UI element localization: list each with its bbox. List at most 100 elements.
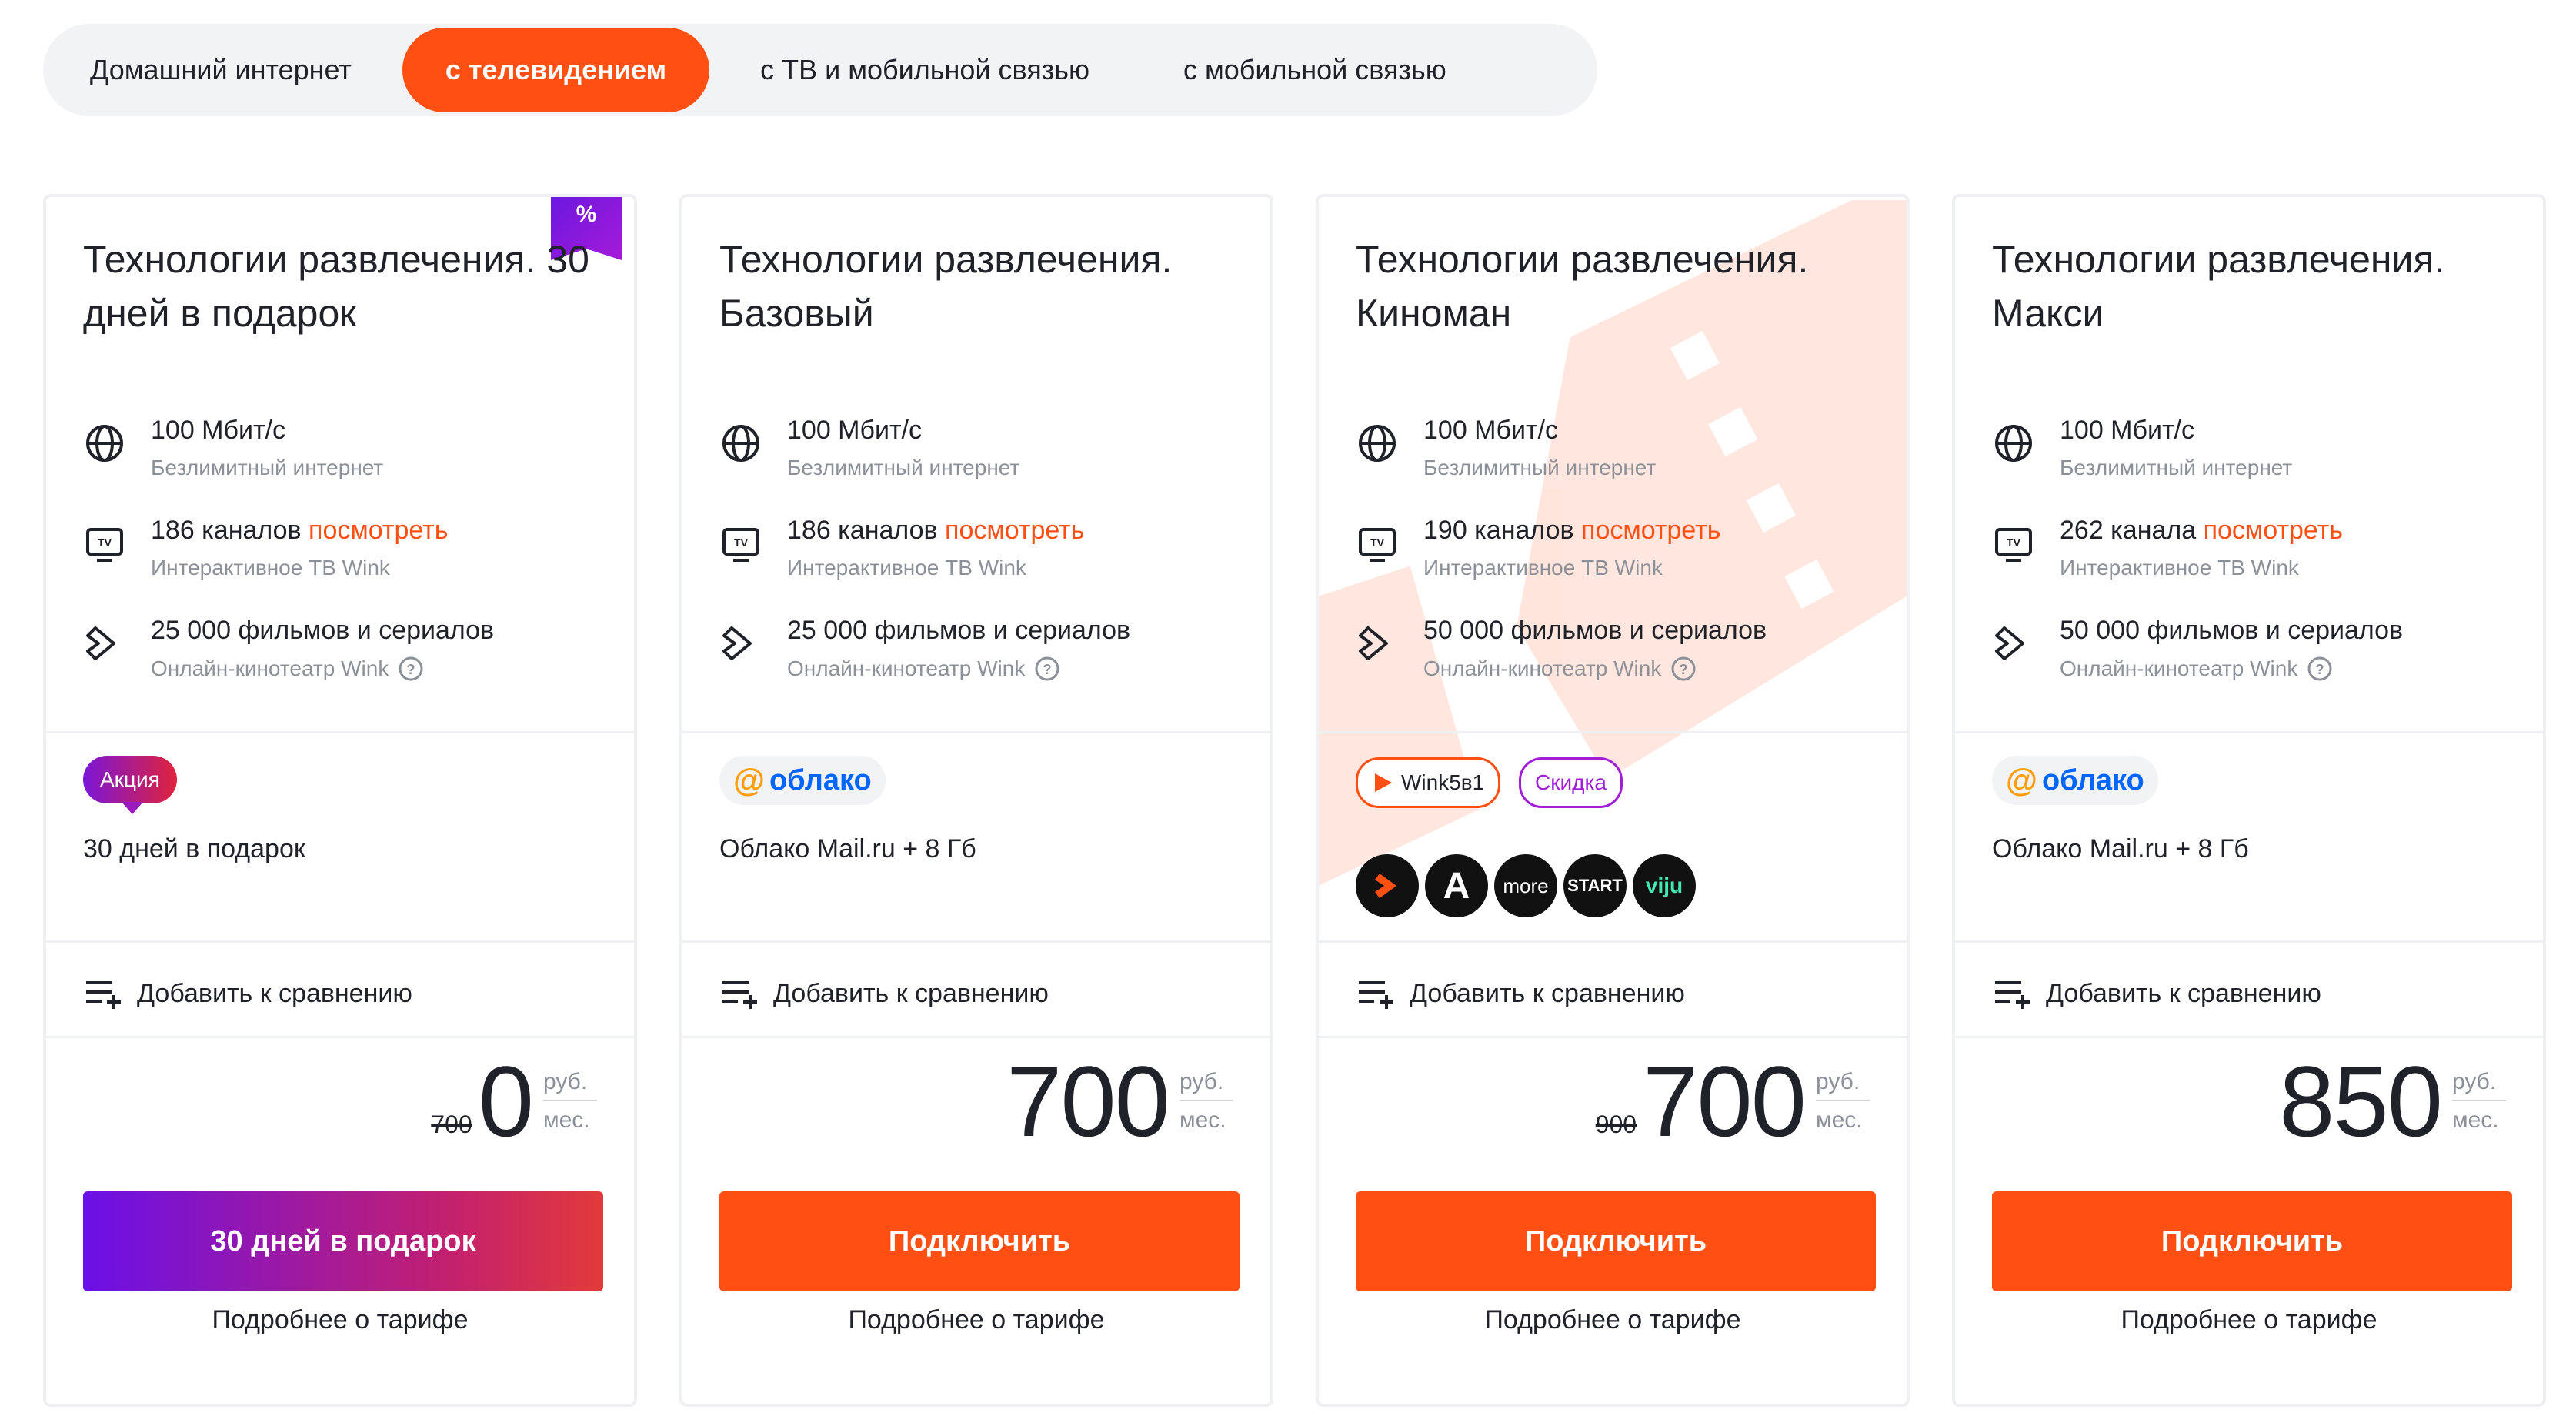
cinema-description-row: Онлайн-кинотеатр Wink?: [151, 656, 424, 682]
view-channels-link[interactable]: посмотреть: [309, 516, 448, 545]
add-to-compare-button[interactable]: Добавить к сравнению: [719, 967, 1049, 1020]
more-tv-logo: more: [1494, 854, 1557, 917]
tv-description: Интерактивное ТВ Wink: [151, 556, 390, 580]
cloud-brand-name: облако: [769, 763, 872, 797]
tv-description: Интерактивное ТВ Wink: [787, 556, 1026, 580]
tv-channels-line: 186 каналов посмотреть: [787, 516, 1084, 546]
price-block: 900 700 руб. мес.: [1596, 1044, 1870, 1159]
divider: [1319, 940, 1907, 943]
price-block: 700 руб. мес.: [1006, 1044, 1233, 1159]
cinema-description-row: Онлайн-кинотеатр Wink?: [787, 656, 1060, 682]
cinema-count: 50 000 фильмов и сериалов: [2060, 616, 2404, 645]
svg-text:TV: TV: [2007, 536, 2021, 549]
discount-badge-label: Скидка: [1535, 770, 1607, 794]
price-unit: руб. мес.: [1180, 1069, 1233, 1134]
tariff-category-tabs: Домашний интернет с телевидением с ТВ и …: [43, 24, 1597, 116]
cinema-count: 50 000 фильмов и сериалов: [1423, 616, 1767, 645]
globe-icon: [1995, 425, 2032, 462]
cinema-description-row: Онлайн-кинотеатр Wink?: [2060, 656, 2333, 682]
tv-channels-count: 186 каналов: [151, 516, 302, 545]
internet-speed: 100 Мбит/с: [151, 416, 285, 445]
tv-icon: TV: [722, 528, 759, 562]
price-value: 0: [478, 1045, 534, 1157]
feature-cinema: 50 000 фильмов и сериалов Онлайн-кинотеа…: [1356, 616, 1879, 700]
price-value: 700: [1643, 1045, 1807, 1157]
help-icon[interactable]: ?: [1034, 656, 1060, 682]
tariff-title: Технологии развлечения. Макси: [1992, 238, 2445, 335]
old-price: 900: [1595, 1110, 1637, 1138]
compare-list-icon: [1995, 981, 2030, 1009]
svg-text:?: ?: [1680, 662, 1688, 677]
feature-tv: TV 186 каналов посмотреть Интерактивное …: [719, 516, 1243, 600]
wink-logo: [1356, 854, 1419, 917]
divider: [1955, 940, 2543, 943]
view-channels-link[interactable]: посмотреть: [1581, 516, 1720, 545]
tv-channels-line: 186 каналов посмотреть: [151, 516, 448, 546]
currency: руб.: [2452, 1069, 2506, 1101]
connect-button[interactable]: Подключить: [1356, 1191, 1876, 1291]
add-to-compare-button[interactable]: Добавить к сравнению: [1356, 967, 1685, 1020]
internet-description: Безлимитный интернет: [1423, 456, 1657, 479]
help-icon[interactable]: ?: [2307, 656, 2333, 682]
cloud-mail-badge: @ облако: [1992, 756, 2158, 805]
cloud-at-logo: @: [2006, 762, 2037, 798]
streaming-services-logos: A more START viju: [1356, 854, 1696, 917]
svg-text:TV: TV: [1370, 536, 1385, 549]
globe-icon: [1359, 425, 1396, 462]
wink-cinema-icon: [1995, 626, 2024, 660]
globe-icon: [86, 425, 123, 462]
divider: [1319, 1036, 1907, 1038]
compare-label: Добавить к сравнению: [137, 978, 412, 1008]
price-block: 700 0 руб. мес.: [431, 1044, 597, 1159]
price-unit: руб. мес.: [2452, 1069, 2506, 1134]
add-to-compare-button[interactable]: Добавить к сравнению: [1992, 967, 2321, 1020]
connect-button[interactable]: Подключить: [719, 1191, 1240, 1291]
extra-option: 30 дней в подарок: [83, 834, 305, 864]
cloud-brand-name: облако: [2041, 763, 2144, 797]
internet-description: Безлимитный интернет: [151, 456, 384, 479]
feature-internet: 100 Мбит/с Безлимитный интернет: [1992, 416, 2515, 500]
tab-with-mobile[interactable]: с мобильной связью: [1140, 28, 1490, 112]
wink-5in1-badge: Wink5в1: [1356, 757, 1501, 808]
tariff-card-basic: Технологии развлечения. Базовый 100 Мбит…: [679, 194, 1273, 1407]
tab-home-internet[interactable]: Домашний интернет: [47, 28, 395, 112]
compare-list-icon: [722, 981, 757, 1009]
price-value: 700: [1006, 1045, 1170, 1157]
period: мес.: [543, 1107, 590, 1133]
tariff-details-link[interactable]: Подробнее о тарифе: [1955, 1305, 2543, 1335]
get-30-days-free-button[interactable]: 30 дней в подарок: [83, 1191, 603, 1291]
add-to-compare-button[interactable]: Добавить к сравнению: [83, 967, 412, 1020]
connect-button[interactable]: Подключить: [1992, 1191, 2512, 1291]
cloud-at-logo: @: [733, 762, 765, 798]
help-icon[interactable]: ?: [1670, 656, 1697, 682]
tv-icon: TV: [86, 528, 123, 562]
tv-channels-count: 262 канала: [2060, 516, 2197, 545]
tv-description: Интерактивное ТВ Wink: [1423, 556, 1663, 580]
divider: [46, 940, 634, 943]
tab-with-tv[interactable]: с телевидением: [402, 28, 710, 112]
feature-internet: 100 Мбит/с Безлимитный интернет: [719, 416, 1243, 500]
tv-icon: TV: [1359, 528, 1396, 562]
cinema-description: Онлайн-кинотеатр Wink: [787, 656, 1026, 680]
price-block: 850 руб. мес.: [2279, 1044, 2506, 1159]
cinema-count: 25 000 фильмов и сериалов: [151, 616, 495, 645]
help-icon[interactable]: ?: [398, 656, 424, 682]
tv-channels-line: 262 канала посмотреть: [2060, 516, 2343, 546]
tariff-details-link[interactable]: Подробнее о тарифе: [1319, 1305, 1907, 1335]
tab-tv-and-mobile[interactable]: с ТВ и мобильной связью: [717, 28, 1133, 112]
view-channels-link[interactable]: посмотреть: [2204, 516, 2343, 545]
divider: [682, 940, 1270, 943]
internet-description: Безлимитный интернет: [787, 456, 1020, 479]
period: мес.: [1180, 1107, 1226, 1133]
feature-cinema: 50 000 фильмов и сериалов Онлайн-кинотеа…: [1992, 616, 2515, 700]
divider: [1955, 731, 2543, 733]
feature-tv: TV 186 каналов посмотреть Интерактивное …: [83, 516, 606, 600]
divider: [682, 731, 1270, 733]
tv-channels-line: 190 каналов посмотреть: [1423, 516, 1720, 546]
tariff-details-link[interactable]: Подробнее о тарифе: [46, 1305, 634, 1335]
extra-option: Облако Mail.ru + 8 Гб: [719, 834, 976, 864]
compare-label: Добавить к сравнению: [1410, 978, 1685, 1008]
view-channels-link[interactable]: посмотреть: [945, 516, 1084, 545]
tariff-title: Технологии развлечения. 30 дней в подаро…: [83, 238, 589, 335]
tariff-details-link[interactable]: Подробнее о тарифе: [682, 1305, 1270, 1335]
